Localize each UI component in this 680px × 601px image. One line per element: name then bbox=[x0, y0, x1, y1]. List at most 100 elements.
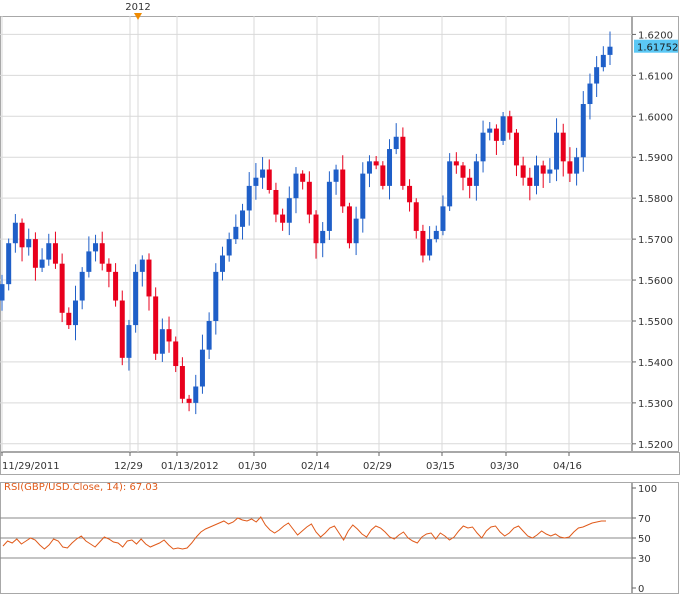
candle-up bbox=[206, 320, 212, 350]
candle-up bbox=[320, 230, 326, 244]
candle-up bbox=[226, 239, 232, 256]
candle-up bbox=[547, 169, 553, 174]
candle-up bbox=[26, 239, 32, 248]
date-tick-label: 11/29/2011 bbox=[2, 461, 60, 472]
candle-down bbox=[380, 165, 386, 186]
candle-down bbox=[179, 366, 185, 399]
candle-down bbox=[173, 341, 179, 367]
price-tick-label: 1.5800 bbox=[638, 194, 673, 205]
date-tick-label: 04/16 bbox=[553, 461, 582, 472]
chart-svg: 1.62001.61001.60001.59001.58001.57001.56… bbox=[0, 2, 680, 595]
candle-up bbox=[79, 271, 85, 301]
candle-up bbox=[534, 165, 540, 186]
candle-down bbox=[413, 202, 419, 231]
candle-up bbox=[72, 300, 78, 326]
date-tick-label: 01/30 bbox=[238, 461, 267, 472]
candle-up bbox=[433, 230, 439, 240]
candle-down bbox=[99, 243, 105, 264]
price-tick-label: 1.5900 bbox=[638, 153, 673, 164]
candle-up bbox=[427, 239, 433, 256]
candle-down bbox=[467, 177, 473, 186]
candle-down bbox=[340, 169, 346, 207]
candle-up bbox=[193, 386, 199, 403]
candle-down bbox=[567, 161, 573, 174]
candle-up bbox=[126, 325, 132, 358]
candle-up bbox=[574, 157, 580, 174]
candle-down bbox=[373, 161, 379, 166]
candle-down bbox=[146, 259, 152, 297]
date-tick-label: 03/15 bbox=[426, 461, 455, 472]
candle-up bbox=[46, 243, 52, 260]
candle-up bbox=[219, 255, 225, 272]
candle-up bbox=[326, 181, 332, 231]
candle-down bbox=[280, 214, 286, 223]
candle-down bbox=[266, 169, 272, 190]
candle-down bbox=[527, 177, 533, 186]
candle-down bbox=[32, 239, 38, 268]
candle-down bbox=[420, 230, 426, 256]
candle-down bbox=[507, 116, 513, 133]
candle-down bbox=[153, 296, 159, 354]
candle-up bbox=[240, 210, 246, 227]
date-tick-label: 02/14 bbox=[301, 461, 330, 472]
candle-up bbox=[93, 243, 99, 252]
candle-up bbox=[487, 128, 493, 133]
candle-down bbox=[306, 181, 312, 215]
candle-up bbox=[233, 226, 239, 240]
year-marker-label: 2012 bbox=[125, 2, 150, 13]
candle-up bbox=[600, 54, 606, 68]
price-tick-label: 1.5200 bbox=[638, 440, 673, 451]
candle-down bbox=[460, 165, 466, 178]
candle-up bbox=[39, 259, 45, 268]
candle-down bbox=[540, 165, 546, 174]
candle-down bbox=[560, 132, 566, 162]
candle-up bbox=[133, 271, 139, 326]
candle-up bbox=[500, 116, 506, 141]
date-tick-label: 03/30 bbox=[490, 461, 519, 472]
candle-down bbox=[273, 189, 279, 215]
candle-down bbox=[113, 271, 119, 301]
candle-up bbox=[213, 271, 219, 321]
candle-up bbox=[159, 329, 165, 354]
date-tick-label: 01/13/2012 bbox=[161, 461, 219, 472]
candle-up bbox=[554, 132, 560, 170]
candle-up bbox=[440, 206, 446, 231]
candle-down bbox=[453, 161, 459, 166]
candle-up bbox=[286, 198, 292, 223]
last-price-label: 1.61752 bbox=[637, 43, 678, 54]
candle-down bbox=[300, 173, 306, 182]
candle-up bbox=[607, 46, 613, 55]
candle-up bbox=[139, 259, 145, 272]
candle-down bbox=[166, 329, 172, 342]
candle-down bbox=[66, 312, 72, 326]
candle-up bbox=[447, 161, 453, 207]
price-tick-label: 1.5300 bbox=[638, 399, 673, 410]
candle-down bbox=[19, 222, 25, 248]
candle-up bbox=[387, 149, 393, 186]
candle-down bbox=[513, 132, 519, 166]
candle-up bbox=[360, 173, 366, 219]
candle-up bbox=[6, 243, 12, 285]
candle-up bbox=[260, 169, 266, 178]
price-tick-label: 1.5700 bbox=[638, 235, 673, 246]
candle-down bbox=[520, 165, 526, 178]
rsi-tick-label: 50 bbox=[638, 534, 651, 545]
candle-down bbox=[186, 398, 192, 403]
candle-up bbox=[0, 284, 5, 301]
candle-up bbox=[580, 104, 586, 158]
candle-up bbox=[246, 185, 252, 211]
last-price-tag: 1.61752 bbox=[634, 39, 678, 54]
rsi-indicator-title: RSI(GBP/USD.Close, 14): 67.03 bbox=[4, 482, 158, 493]
chart-root: 1.6200 1.6100 1.6000 1.5900 1.5800 1.5700 1.56… bbox=[0, 0, 680, 596]
candle-up bbox=[393, 136, 399, 150]
price-tick-label: 1.6100 bbox=[638, 71, 673, 82]
candle-down bbox=[400, 136, 406, 186]
candle-up bbox=[587, 83, 593, 105]
candle-down bbox=[119, 300, 125, 358]
candle-up bbox=[199, 349, 205, 387]
candle-down bbox=[407, 185, 413, 203]
candle-up bbox=[473, 161, 479, 186]
candle-up bbox=[366, 161, 372, 174]
candle-down bbox=[346, 206, 352, 244]
candle-up bbox=[333, 169, 339, 182]
